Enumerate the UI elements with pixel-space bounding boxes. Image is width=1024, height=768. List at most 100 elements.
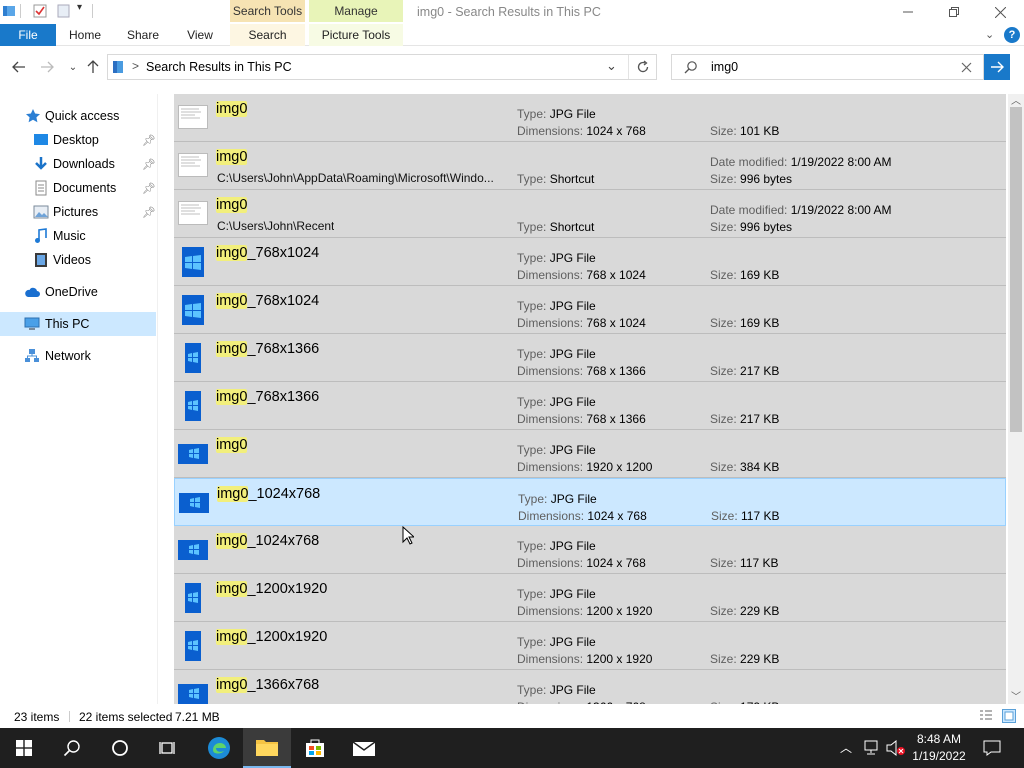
task-view-icon — [159, 742, 175, 754]
recent-locations-button[interactable]: ⌄ — [64, 58, 82, 76]
search-match-highlight: img0 — [216, 101, 248, 117]
back-button[interactable] — [10, 58, 28, 76]
result-row[interactable]: img0_768x1024 Type: JPG File Dimensions: 7… — [174, 238, 1006, 286]
start-button[interactable] — [0, 728, 48, 768]
result-row[interactable]: img0_1024x768 Type: JPG File Dimensions: 1… — [174, 478, 1006, 526]
task-view-button[interactable] — [144, 728, 192, 768]
result-row[interactable]: img0 Type: JPG File Dimensions: 1024 x 768… — [174, 94, 1006, 142]
search-box[interactable]: img0 — [671, 54, 984, 80]
maximize-button[interactable] — [931, 0, 977, 24]
tab-search[interactable]: Search — [230, 24, 305, 46]
customize-qat-icon[interactable]: ▾ — [77, 2, 82, 13]
nav-desktop[interactable]: Desktop 📌︎ — [0, 128, 156, 152]
field-value: 768 x 1366 — [586, 412, 646, 426]
up-button[interactable] — [84, 58, 102, 76]
scroll-down-icon[interactable]: ﹀ — [1011, 688, 1021, 703]
nav-label: Documents — [53, 181, 117, 195]
nav-downloads[interactable]: Downloads 📌︎ — [0, 152, 156, 176]
field-label: Type: — [517, 347, 550, 361]
breadcrumb-search-results[interactable]: Search Results in This PC — [146, 60, 292, 74]
separator — [20, 4, 21, 18]
mail-button[interactable] — [340, 728, 388, 768]
result-row[interactable]: img0 Type: JPG File Dimensions: 1920 x 120… — [174, 430, 1006, 478]
scroll-thumb[interactable] — [1010, 107, 1022, 432]
close-button[interactable] — [977, 0, 1023, 24]
tab-view[interactable]: View — [178, 24, 222, 46]
result-row[interactable]: img0_1366x768Type: JPG FileDimensions: 1… — [174, 670, 1006, 704]
store-button[interactable] — [291, 728, 339, 768]
nav-network[interactable]: Network — [0, 344, 156, 368]
expand-ribbon-icon[interactable]: ⌄ — [985, 28, 994, 41]
documents-icon — [35, 180, 47, 196]
restore-icon — [949, 7, 959, 17]
file-name: img0 — [216, 149, 248, 165]
cloud-icon — [25, 287, 40, 297]
nav-this-pc[interactable]: This PC — [0, 312, 156, 336]
field-value: 996 bytes — [740, 172, 793, 186]
search-input[interactable]: img0 — [711, 60, 738, 74]
file-name: img0_1366x768 — [216, 677, 319, 693]
nav-pictures[interactable]: Pictures 📌︎ — [0, 200, 156, 224]
tab-home[interactable]: Home — [60, 24, 110, 46]
address-dropdown-icon[interactable]: ⌄ — [606, 58, 617, 74]
vertical-scrollbar[interactable]: ︿ ﹀ — [1008, 94, 1024, 704]
nav-quick-access[interactable]: Quick access — [0, 104, 156, 128]
image-thumbnail-icon — [182, 247, 204, 277]
context-tab-manage: Manage — [309, 0, 403, 22]
file-name: img0_768x1366 — [216, 341, 319, 357]
clock-time[interactable]: 8:48 AM — [916, 732, 962, 746]
nav-documents[interactable]: Documents 📌︎ — [0, 176, 156, 200]
file-thumbnail — [178, 105, 208, 132]
show-hidden-icons-icon[interactable]: ︿ — [840, 739, 852, 756]
field-label: Dimensions: — [517, 652, 587, 666]
nav-music[interactable]: Music — [0, 224, 156, 248]
navigation-pane: Quick access Desktop 📌︎ Downloads 📌︎ Doc… — [0, 94, 158, 704]
search-taskbar-button[interactable] — [48, 728, 96, 768]
tab-file[interactable]: File — [0, 24, 56, 46]
nav-videos[interactable]: Videos — [0, 248, 156, 272]
result-row[interactable]: img0_1200x1920 Type: JPG File Dimensions: … — [174, 574, 1006, 622]
nav-label: Music — [53, 229, 86, 243]
title-bar: ▾ img0 - Search Results in This PC — [0, 0, 1024, 24]
detail-field: Type: JPG File — [518, 492, 597, 506]
edge-button[interactable] — [195, 728, 243, 768]
search-go-button[interactable] — [984, 54, 1010, 80]
file-explorer-taskbar-button[interactable] — [243, 728, 291, 768]
field-label: Size: — [710, 316, 741, 330]
address-bar[interactable]: > Search Results in This PC ⌄ — [107, 54, 657, 80]
result-row[interactable]: img0 C:\Users\John\AppData\Roaming\Micros… — [174, 142, 1006, 190]
volume-muted-icon[interactable] — [886, 740, 906, 756]
refresh-icon[interactable] — [636, 60, 650, 74]
search-match-highlight: img0 — [217, 486, 249, 502]
network-tray-icon[interactable] — [862, 740, 880, 756]
notifications-icon[interactable] — [983, 740, 1001, 756]
details-view-icon[interactable] — [979, 710, 993, 722]
nav-onedrive[interactable]: OneDrive — [0, 280, 156, 304]
help-icon[interactable]: ? — [1004, 27, 1020, 43]
new-folder-icon[interactable] — [57, 4, 71, 18]
clock-date[interactable]: 1/19/2022 — [912, 749, 966, 763]
minimize-button[interactable] — [885, 0, 931, 24]
result-row[interactable]: img0_768x1024 Type: JPG File Dimensions: 7… — [174, 286, 1006, 334]
cortana-button[interactable] — [96, 728, 144, 768]
file-name-rest: _1200x1920 — [247, 629, 328, 645]
explorer-icon — [3, 6, 15, 16]
forward-button[interactable] — [38, 58, 56, 76]
result-row[interactable]: img0_1200x1920 Type: JPG File Dimensions: … — [174, 622, 1006, 670]
file-path: C:\Users\John\Recent — [217, 219, 335, 233]
detail-field: Dimensions: 768 x 1366 — [517, 364, 646, 378]
scroll-up-icon[interactable]: ︿ — [1011, 92, 1021, 107]
image-thumbnail-icon — [185, 391, 201, 421]
search-match-highlight: img0 — [216, 341, 248, 357]
clear-search-icon[interactable] — [961, 62, 972, 73]
result-row[interactable]: img0_768x1366 Type: JPG File Dimensions: 7… — [174, 334, 1006, 382]
result-row[interactable]: img0_1024x768 Type: JPG File Dimensions: 1… — [174, 526, 1006, 574]
large-icons-view-icon[interactable] — [1002, 709, 1016, 723]
chevron-down-icon: ⌄ — [68, 61, 78, 73]
properties-icon[interactable] — [33, 4, 47, 18]
result-row[interactable]: img0_768x1366 Type: JPG File Dimensions: 7… — [174, 382, 1006, 430]
tab-share[interactable]: Share — [120, 24, 166, 46]
field-value: 1024 x 768 — [587, 509, 647, 523]
result-row[interactable]: img0 C:\Users\John\Recent Type: Shortcut Da… — [174, 190, 1006, 238]
tab-picture-tools[interactable]: Picture Tools — [309, 24, 403, 46]
